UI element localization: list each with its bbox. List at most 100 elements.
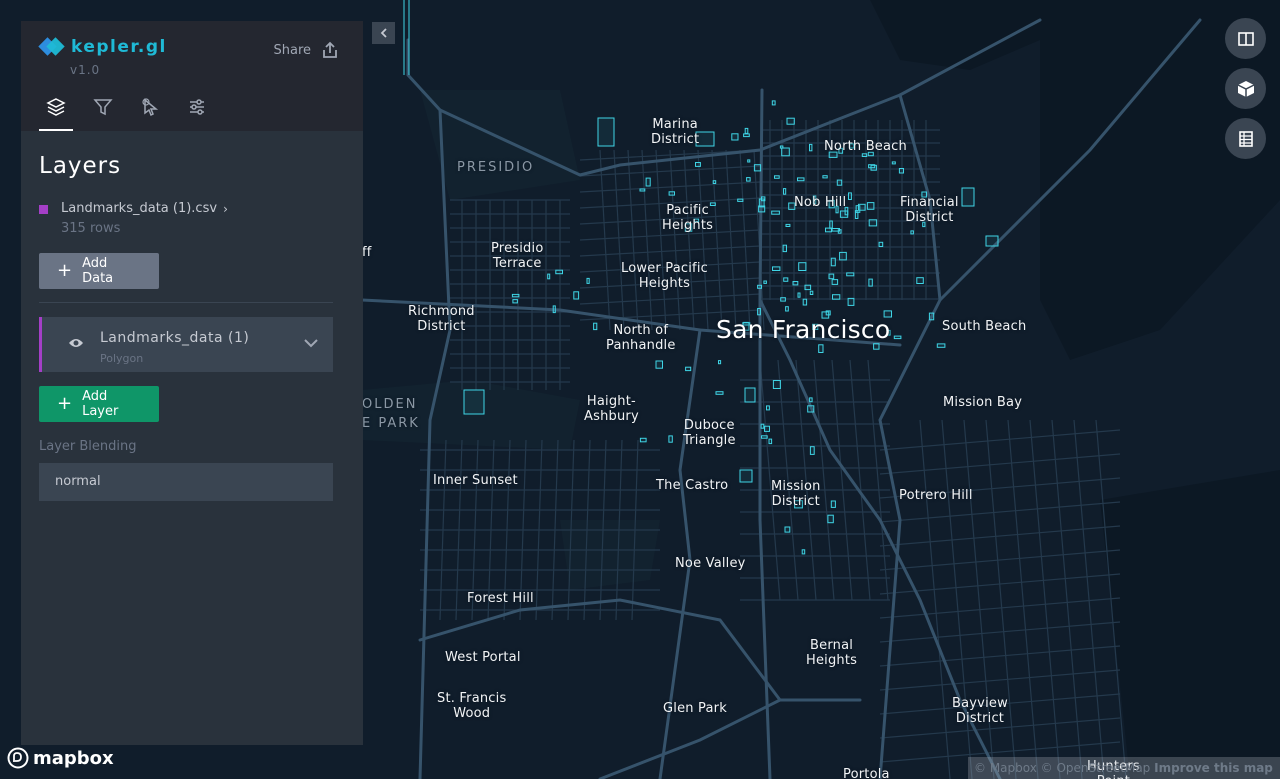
landmark-polygon[interactable] (797, 177, 805, 182)
landmark-polygon[interactable] (645, 177, 651, 187)
tab-interactions[interactable] (133, 95, 167, 131)
collapse-panel-button[interactable] (372, 22, 395, 44)
landmark-polygon[interactable] (792, 281, 799, 286)
landmark-polygon[interactable] (757, 284, 762, 289)
landmark-polygon[interactable] (985, 235, 999, 247)
landmark-polygon[interactable] (807, 405, 815, 413)
landmark-polygon[interactable] (743, 133, 750, 138)
landmark-polygon[interactable] (555, 269, 563, 275)
landmark-polygon[interactable] (818, 344, 824, 353)
layer-name[interactable]: Landmarks_data (1) (100, 330, 249, 346)
landmark-polygon[interactable] (639, 437, 647, 443)
landmark-polygon[interactable] (916, 277, 924, 285)
landmark-polygon[interactable] (804, 284, 812, 291)
landmark-polygon[interactable] (639, 188, 646, 192)
legend-button[interactable] (1225, 118, 1266, 159)
landmark-polygon[interactable] (809, 143, 813, 152)
landmark-polygon[interactable] (771, 100, 776, 106)
landmark-polygon[interactable] (809, 397, 813, 403)
eye-icon[interactable] (68, 337, 84, 349)
share-button[interactable]: Share (273, 41, 339, 59)
landmark-polygon[interactable] (744, 387, 756, 403)
landmark-polygon[interactable] (782, 244, 787, 253)
dataset-name[interactable]: Landmarks_data (1).csv › (61, 201, 333, 216)
landmark-polygon[interactable] (753, 164, 762, 172)
landmark-polygon[interactable] (785, 306, 789, 312)
landmark-polygon[interactable] (586, 277, 590, 284)
landmark-polygon[interactable] (718, 360, 722, 365)
landmark-polygon[interactable] (597, 117, 615, 147)
landmark-polygon[interactable] (827, 514, 834, 524)
landmark-polygon[interactable] (831, 279, 839, 285)
landmark-polygon[interactable] (737, 198, 744, 202)
landmark-polygon[interactable] (809, 290, 814, 296)
landmark-polygon[interactable] (936, 343, 946, 348)
landmark-polygon[interactable] (798, 262, 807, 272)
landmark-polygon[interactable] (891, 161, 896, 165)
landmark-polygon[interactable] (783, 188, 787, 195)
landmark-polygon[interactable] (758, 198, 765, 208)
landmark-polygon[interactable] (829, 220, 833, 229)
landmark-polygon[interactable] (715, 391, 724, 395)
landmark-polygon[interactable] (781, 147, 790, 157)
landmark-polygon[interactable] (695, 162, 701, 167)
add-layer-button[interactable]: + Add Layer (39, 386, 159, 422)
landmark-polygon[interactable] (828, 273, 835, 280)
add-data-button[interactable]: + Add Data (39, 253, 159, 289)
improve-map-link[interactable]: Improve this map (1154, 761, 1273, 775)
landmark-polygon[interactable] (846, 272, 855, 277)
landmark-polygon[interactable] (868, 164, 876, 169)
landmark-polygon[interactable] (772, 266, 781, 271)
landmark-polygon[interactable] (910, 230, 914, 235)
landmark-polygon[interactable] (868, 219, 878, 227)
landmark-polygon[interactable] (848, 192, 852, 200)
landmark-polygon[interactable] (822, 175, 828, 179)
landmark-polygon[interactable] (868, 278, 873, 287)
tab-layers[interactable] (39, 95, 73, 131)
landmark-polygon[interactable] (854, 210, 859, 220)
landmark-polygon[interactable] (830, 500, 836, 508)
layer-card[interactable]: Landmarks_data (1) Polygon (39, 317, 333, 372)
landmark-polygon[interactable] (685, 366, 692, 372)
landmark-polygon[interactable] (731, 133, 739, 141)
landmark-polygon[interactable] (801, 549, 806, 555)
landmark-polygon[interactable] (825, 227, 832, 233)
landmark-polygon[interactable] (786, 117, 795, 125)
landmark-polygon[interactable] (463, 389, 485, 415)
landmark-polygon[interactable] (771, 210, 780, 215)
split-map-button[interactable] (1225, 18, 1266, 59)
landmark-polygon[interactable] (655, 360, 663, 369)
landmark-polygon[interactable] (802, 298, 808, 306)
landmark-polygon[interactable] (739, 469, 753, 483)
landmark-polygon[interactable] (760, 423, 765, 429)
landmark-polygon[interactable] (861, 153, 868, 158)
dataset-item[interactable]: Landmarks_data (1).csv › 315 rows (39, 201, 333, 236)
landmark-polygon[interactable] (831, 228, 840, 232)
landmark-polygon[interactable] (744, 127, 749, 134)
landmark-polygon[interactable] (839, 210, 849, 218)
landmark-polygon[interactable] (768, 438, 773, 445)
landmark-polygon[interactable] (832, 294, 841, 300)
landmark-polygon[interactable] (547, 273, 551, 280)
landmark-polygon[interactable] (961, 187, 975, 207)
landmark-polygon[interactable] (712, 180, 717, 184)
landmark-polygon[interactable] (779, 145, 784, 149)
landmark-polygon[interactable] (783, 277, 789, 282)
chevron-down-icon[interactable] (303, 337, 319, 349)
landmark-polygon[interactable] (847, 297, 855, 306)
landmark-polygon[interactable] (668, 191, 675, 196)
landmark-polygon[interactable] (772, 380, 781, 389)
landmark-polygon[interactable] (797, 292, 801, 298)
landmark-polygon[interactable] (784, 526, 791, 533)
landmark-polygon[interactable] (839, 251, 847, 261)
attribution-text[interactable]: © Mapbox © OpenStreetMap (974, 761, 1150, 775)
landmark-polygon[interactable] (893, 335, 902, 340)
landmark-polygon[interactable] (757, 308, 761, 316)
landmark-polygon[interactable] (747, 159, 751, 163)
mapbox-logo[interactable]: mapbox (7, 747, 114, 769)
3d-view-button[interactable] (1225, 68, 1266, 109)
tab-map-style[interactable] (180, 95, 214, 131)
landmark-polygon[interactable] (785, 223, 791, 227)
landmark-polygon[interactable] (780, 297, 786, 302)
landmark-polygon[interactable] (593, 322, 598, 331)
